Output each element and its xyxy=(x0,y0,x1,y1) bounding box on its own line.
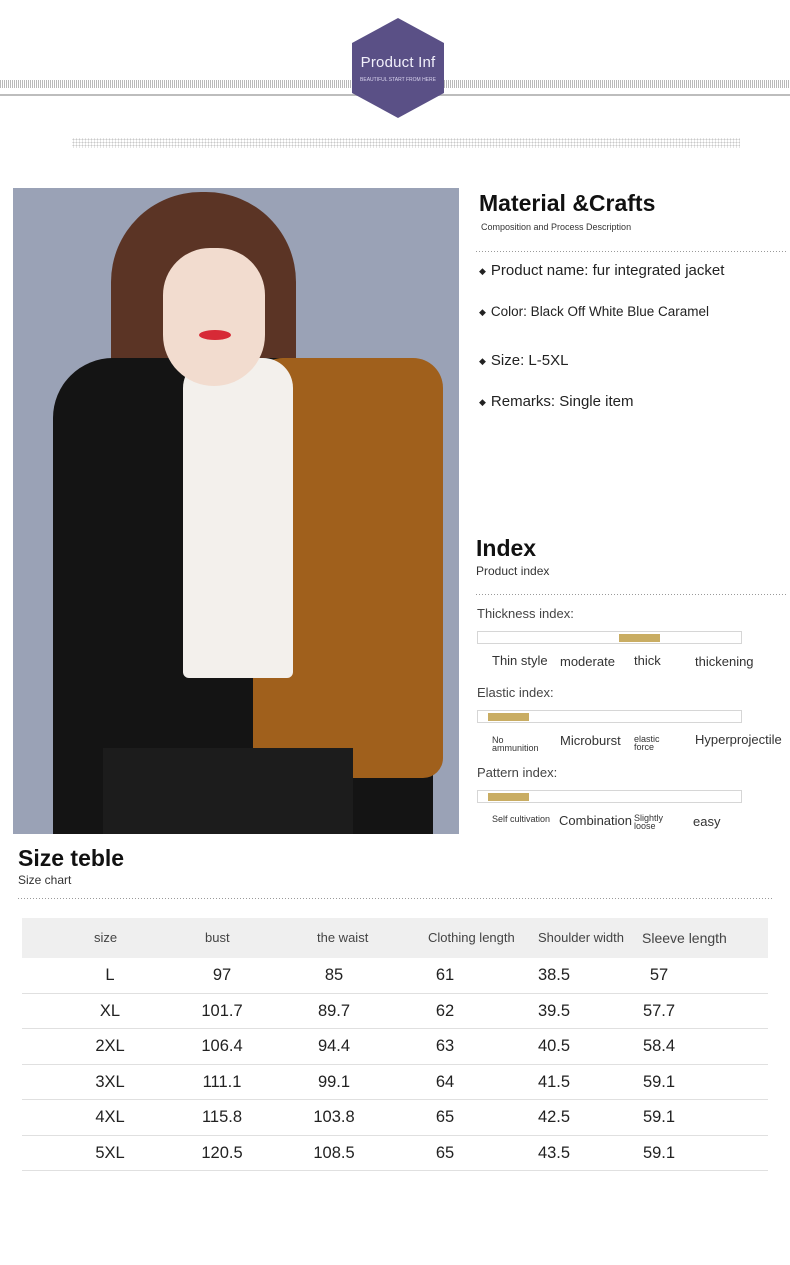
table-cell: 4XL xyxy=(95,1108,125,1126)
table-cell: 108.5 xyxy=(313,1143,355,1162)
table-cell: 59.1 xyxy=(642,1108,676,1126)
elastic-option: Hyperprojectile xyxy=(695,732,782,747)
table-cell: 94.4 xyxy=(317,1037,351,1055)
product-info-badge: Product Inf BEAUTIFUL START FROM HERE xyxy=(352,18,444,118)
pattern-index-bar xyxy=(477,790,742,803)
table-cell: 120.5 xyxy=(201,1143,243,1162)
size-table-subtitle: Size chart xyxy=(18,873,72,887)
dotted-divider xyxy=(72,138,740,148)
diamond-bullet-icon: ◆ xyxy=(479,307,486,317)
table-cell: 39.5 xyxy=(537,1001,571,1020)
diamond-bullet-icon: ◆ xyxy=(479,356,486,366)
thickness-index-bar xyxy=(477,631,742,644)
index-subtitle: Product index xyxy=(476,564,550,578)
table-cell: XL xyxy=(99,1001,121,1020)
table-cell: 85 xyxy=(324,966,344,984)
badge-subtitle: BEAUTIFUL START FROM HERE xyxy=(360,76,436,83)
column-header: Sleeve length xyxy=(642,930,727,946)
photo-lips xyxy=(199,330,231,340)
bullet-product-name: ◆ Product name: fur integrated jacket xyxy=(479,262,725,279)
table-cell: 59.1 xyxy=(642,1143,676,1162)
elastic-index-bar xyxy=(477,710,742,723)
material-subtitle: Composition and Process Description xyxy=(481,222,632,232)
badge-title: Product Inf xyxy=(360,53,436,71)
thickness-option: Thin style xyxy=(492,653,548,668)
elastic-index-label: Elastic index: xyxy=(477,685,554,700)
photo-face xyxy=(163,248,265,386)
elastic-option: No ammunition xyxy=(492,735,539,753)
diamond-bullet-icon: ◆ xyxy=(479,266,486,276)
size-table-divider xyxy=(18,898,772,899)
pattern-index-fill xyxy=(488,793,529,801)
bullet-remarks: ◆ Remarks: Single item xyxy=(479,393,634,410)
index-divider xyxy=(476,594,788,595)
table-row: XL 101.7 89.7 62 39.5 57.7 xyxy=(22,994,768,1029)
pattern-index-label: Pattern index: xyxy=(477,765,558,780)
material-divider xyxy=(476,251,788,252)
table-row: L 97 85 61 38.5 57 xyxy=(22,958,768,994)
pattern-option: Slightly loose xyxy=(634,813,664,831)
table-cell: 64 xyxy=(435,1072,455,1091)
table-cell: 65 xyxy=(435,1143,455,1162)
index-title: Index xyxy=(476,535,537,561)
column-header: Clothing length xyxy=(428,930,515,945)
thickness-option: thickening xyxy=(695,654,754,669)
column-header: bust xyxy=(205,930,230,945)
table-body: L 97 85 61 38.5 57 XL 101.7 89.7 62 39.5 57.7 2XL 106… xyxy=(22,958,768,1171)
table-cell: 111.1 xyxy=(202,1072,242,1091)
thickness-index-fill xyxy=(619,634,660,642)
table-cell: 65 xyxy=(435,1108,455,1126)
photo-sweater xyxy=(183,358,293,678)
bullet-color: ◆ Color: Black Off White Blue Caramel xyxy=(479,304,709,319)
table-cell: 57 xyxy=(649,966,669,984)
table-row: 3XL 111.1 99.1 64 41.5 59.1 xyxy=(22,1065,768,1100)
table-cell: 59.1 xyxy=(642,1072,676,1091)
photo-pants xyxy=(103,748,353,834)
table-cell: 62 xyxy=(435,1001,455,1020)
table-cell: 61 xyxy=(435,966,455,984)
bullet-size: ◆ Size: L-5XL xyxy=(479,352,569,369)
material-title: Material &Crafts xyxy=(479,190,656,216)
table-cell: 43.5 xyxy=(537,1143,571,1162)
table-cell: 58.4 xyxy=(642,1037,676,1055)
column-header: size xyxy=(94,930,118,945)
table-cell: 41.5 xyxy=(537,1072,571,1091)
table-cell: 40.5 xyxy=(537,1037,571,1055)
table-cell: 115.8 xyxy=(201,1108,243,1126)
column-header: Shoulder width xyxy=(538,930,624,945)
table-cell: 106.4 xyxy=(201,1037,243,1055)
table-cell: L xyxy=(105,966,115,984)
elastic-option: elastic force xyxy=(634,734,660,752)
table-cell: 42.5 xyxy=(537,1108,571,1126)
thickness-option: thick xyxy=(634,653,661,668)
table-cell: 101.7 xyxy=(201,1001,243,1020)
table-cell: 2XL xyxy=(95,1037,125,1055)
pattern-option: easy xyxy=(693,814,721,829)
size-table-title: Size teble xyxy=(18,845,125,871)
table-row: 2XL 106.4 94.4 63 40.5 58.4 xyxy=(22,1029,768,1065)
table-cell: 3XL xyxy=(95,1072,125,1091)
elastic-index-fill xyxy=(488,713,529,721)
table-cell: 97 xyxy=(212,966,232,984)
product-photo xyxy=(13,188,459,834)
thickness-index-label: Thickness index: xyxy=(477,606,574,621)
column-header: the waist xyxy=(317,930,369,945)
table-cell: 63 xyxy=(435,1037,455,1055)
table-row: 5XL 120.5 108.5 65 43.5 59.1 xyxy=(22,1136,768,1171)
size-table: size bust the waist Clothing length Shou… xyxy=(22,918,768,1171)
table-cell: 99.1 xyxy=(317,1072,351,1091)
thickness-option: moderate xyxy=(560,654,615,669)
table-cell: 89.7 xyxy=(317,1001,351,1020)
elastic-option: Microburst xyxy=(560,733,621,748)
pattern-option: Combination xyxy=(559,813,632,828)
table-header-row: size bust the waist Clothing length Shou… xyxy=(22,918,768,958)
pattern-option: Self cultivation xyxy=(492,814,551,824)
table-cell: 103.8 xyxy=(313,1108,355,1126)
diamond-bullet-icon: ◆ xyxy=(479,397,486,407)
table-cell: 57.7 xyxy=(642,1001,676,1020)
table-row: 4XL 115.8 103.8 65 42.5 59.1 xyxy=(22,1100,768,1136)
table-cell: 38.5 xyxy=(537,966,571,984)
table-cell: 5XL xyxy=(95,1143,125,1162)
